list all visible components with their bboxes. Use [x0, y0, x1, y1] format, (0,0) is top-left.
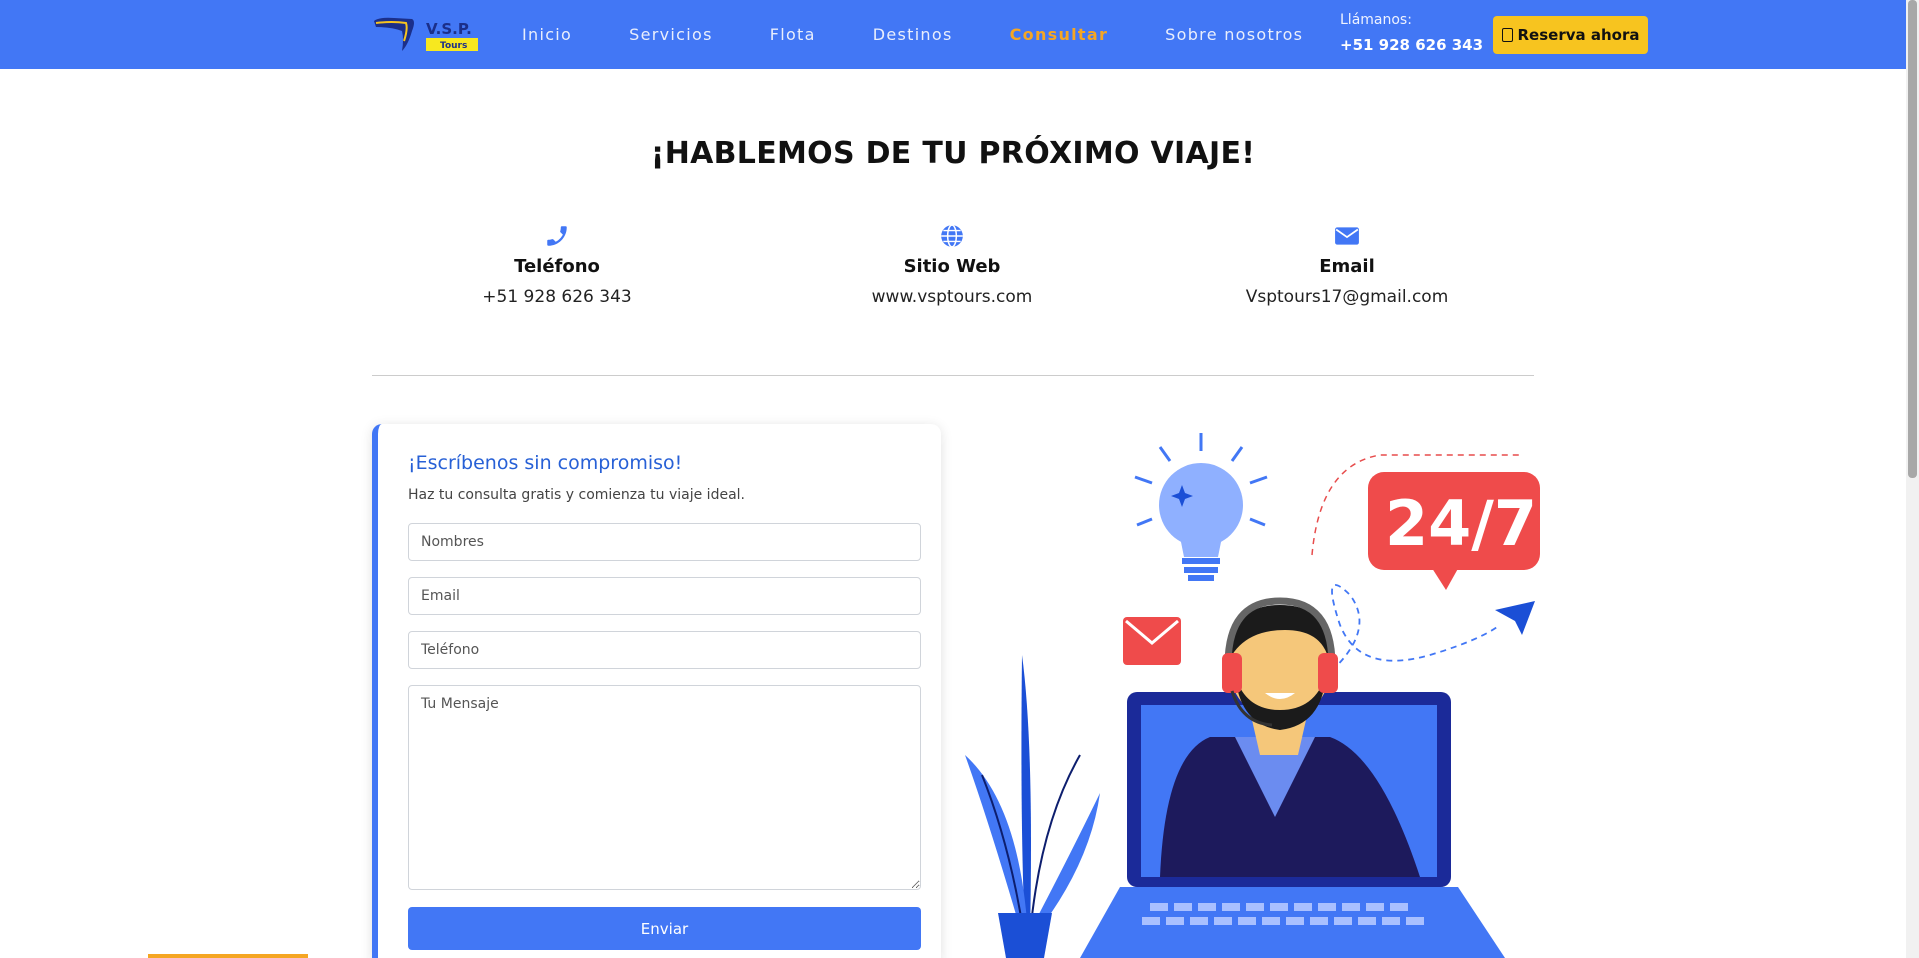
plant-icon [965, 655, 1100, 958]
contact-email-label: Email [1319, 256, 1375, 277]
logo-graphic: V.S.P. Tours [374, 17, 478, 51]
nav-flota[interactable]: Flota [770, 25, 816, 44]
page-title: ¡HABLEMOS DE TU PRÓXIMO VIAJE! [650, 136, 1256, 171]
book-icon [1501, 28, 1513, 42]
scrollbar-thumb[interactable] [1908, 0, 1917, 478]
email-input[interactable] [408, 577, 921, 615]
envelope-icon [1197, 222, 1497, 250]
main-nav: Inicio Servicios Flota Destinos Consulta… [522, 0, 1360, 69]
contact-email: Email Vsptours17@gmail.com [1197, 222, 1497, 307]
contact-phone-label: Teléfono [514, 256, 600, 277]
reserve-button[interactable]: Reserva ahora [1493, 16, 1648, 54]
form-subtitle: Haz tu consulta gratis y comienza tu via… [408, 487, 745, 503]
nav-destinos[interactable]: Destinos [873, 25, 953, 44]
nav-consultar[interactable]: Consultar [1010, 25, 1109, 44]
call-box: Llámanos: +51 928 626 343 [1340, 12, 1483, 54]
reserve-button-label: Reserva ahora [1517, 26, 1640, 44]
lightbulb-icon [1134, 433, 1268, 581]
message-textarea[interactable] [408, 685, 921, 890]
support-illustration-graphic: 24/7 [965, 433, 1540, 958]
page: V.S.P. Tours Inicio Servicios Flota Dest… [0, 0, 1919, 958]
paper-plane-icon [1495, 601, 1535, 635]
scrollbar[interactable] [1906, 0, 1919, 958]
top-navbar: V.S.P. Tours Inicio Servicios Flota Dest… [0, 0, 1906, 69]
bottom-accent [148, 954, 308, 958]
navbar-inner: V.S.P. Tours Inicio Servicios Flota Dest… [372, 0, 1662, 69]
logo-text-top: V.S.P. [426, 20, 472, 38]
logo-text-bottom: Tours [440, 41, 467, 51]
globe-icon [802, 222, 1102, 250]
nav-inicio[interactable]: Inicio [522, 25, 572, 44]
contact-form-card: ¡Escríbenos sin compromiso! Haz tu consu… [372, 424, 941, 958]
brand-logo[interactable]: V.S.P. Tours [372, 15, 480, 55]
support-badge-text: 24/7 [1385, 487, 1537, 560]
contact-phone: Teléfono +51 928 626 343 [407, 222, 707, 307]
call-label: Llámanos: [1340, 12, 1412, 28]
contact-web-label: Sitio Web [903, 256, 1001, 277]
phone-input[interactable] [408, 631, 921, 669]
form-title: ¡Escríbenos sin compromiso! [408, 452, 683, 474]
contact-email-value[interactable]: Vsptours17@gmail.com [1197, 287, 1497, 307]
section-divider [372, 375, 1534, 376]
call-number[interactable]: +51 928 626 343 [1340, 36, 1483, 54]
nav-servicios[interactable]: Servicios [629, 25, 713, 44]
name-input[interactable] [408, 523, 921, 561]
send-button[interactable]: Enviar [408, 907, 921, 950]
support-24-7-badge: 24/7 [1368, 472, 1540, 590]
nav-sobre-nosotros[interactable]: Sobre nosotros [1165, 25, 1303, 44]
support-illustration: 24/7 [960, 425, 1540, 958]
mail-icon [1123, 617, 1181, 665]
contact-web-value[interactable]: www.vsptours.com [802, 287, 1102, 307]
contact-phone-value[interactable]: +51 928 626 343 [407, 287, 707, 307]
contact-web: Sitio Web www.vsptours.com [802, 222, 1102, 307]
phone-icon [407, 222, 707, 250]
